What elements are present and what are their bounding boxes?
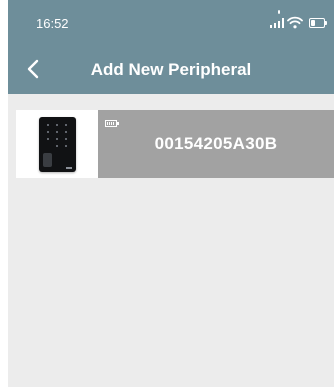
peripheral-list-item[interactable]: 00154205A30B xyxy=(16,110,334,178)
page-title: Add New Peripheral xyxy=(90,60,252,79)
status-time: 16:52 xyxy=(36,16,69,31)
battery-icon xyxy=(105,120,119,127)
phone-battery-icon xyxy=(309,18,327,28)
header: 16:52 Add New Peripheral xyxy=(8,0,334,94)
device-thumbnail xyxy=(16,110,98,178)
cellular-signal-icon xyxy=(270,10,284,28)
wifi-icon xyxy=(287,16,303,29)
app-screen: 16:52 Add New Peripheral 00154205A30B xyxy=(8,0,334,387)
recording-indicator-icon xyxy=(278,10,280,14)
status-icons xyxy=(266,10,330,32)
keypad-reader-image xyxy=(39,117,76,172)
device-id: 00154205A30B xyxy=(154,134,278,153)
